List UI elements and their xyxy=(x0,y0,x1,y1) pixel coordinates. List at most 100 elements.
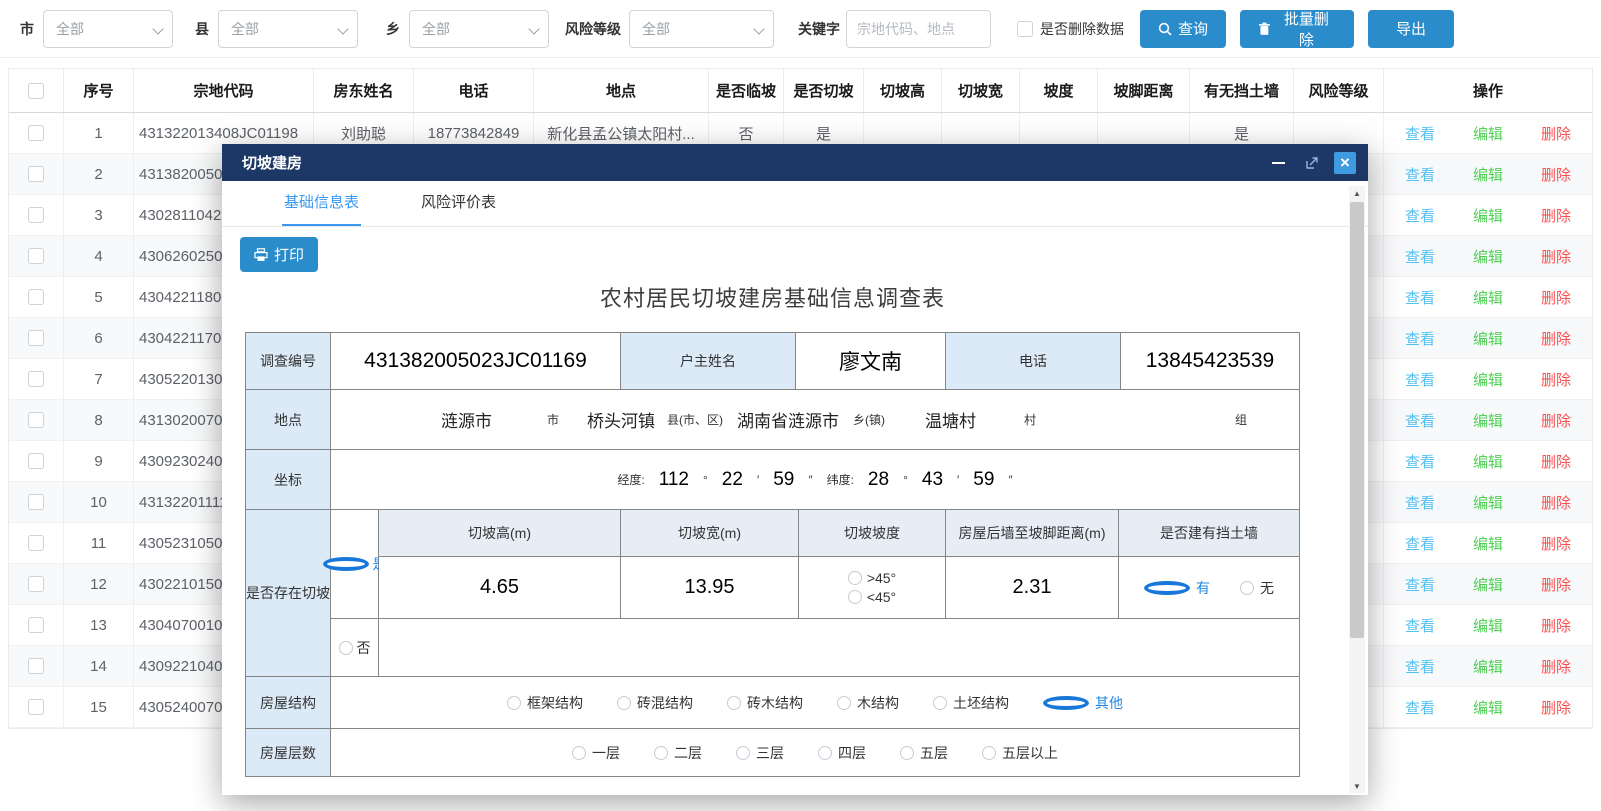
radio-button[interactable] xyxy=(1043,696,1089,710)
delete-link[interactable]: 删除 xyxy=(1541,328,1571,349)
delete-link[interactable]: 删除 xyxy=(1541,656,1571,677)
row-checkbox[interactable] xyxy=(28,412,44,428)
row-checkbox[interactable] xyxy=(28,330,44,346)
radio-button[interactable] xyxy=(507,696,521,710)
row-checkbox[interactable] xyxy=(28,166,44,182)
radio-button[interactable] xyxy=(982,746,996,760)
edit-link[interactable]: 编辑 xyxy=(1473,164,1503,185)
edit-link[interactable]: 编辑 xyxy=(1473,328,1503,349)
print-button[interactable]: 打印 xyxy=(240,237,318,272)
radio-button[interactable] xyxy=(848,571,862,585)
delete-link[interactable]: 删除 xyxy=(1541,615,1571,636)
slope-yes-radio[interactable] xyxy=(323,557,369,571)
delete-link[interactable]: 删除 xyxy=(1541,697,1571,718)
view-link[interactable]: 查看 xyxy=(1405,164,1435,185)
scroll-up-icon[interactable]: ▲ xyxy=(1349,186,1365,200)
view-link[interactable]: 查看 xyxy=(1405,246,1435,267)
row-checkbox[interactable] xyxy=(28,453,44,469)
edit-link[interactable]: 编辑 xyxy=(1473,123,1503,144)
close-button[interactable]: × xyxy=(1334,152,1356,174)
row-checkbox[interactable] xyxy=(28,248,44,264)
view-link[interactable]: 查看 xyxy=(1405,656,1435,677)
slope-no-radio[interactable] xyxy=(339,641,353,655)
radio-button[interactable] xyxy=(1240,581,1254,595)
edit-link[interactable]: 编辑 xyxy=(1473,451,1503,472)
edit-link[interactable]: 编辑 xyxy=(1473,410,1503,431)
delete-link[interactable]: 删除 xyxy=(1541,123,1571,144)
delete-link[interactable]: 删除 xyxy=(1541,451,1571,472)
delete-link[interactable]: 删除 xyxy=(1541,205,1571,226)
county-select[interactable]: 全部 xyxy=(218,10,358,48)
radio-button[interactable] xyxy=(736,746,750,760)
row-checkbox[interactable] xyxy=(28,371,44,387)
radio-button[interactable] xyxy=(1144,581,1190,595)
view-link[interactable]: 查看 xyxy=(1405,533,1435,554)
radio-button[interactable] xyxy=(837,696,851,710)
delete-link[interactable]: 删除 xyxy=(1541,533,1571,554)
dialog-scrollbar[interactable]: ▲ ▼ xyxy=(1349,186,1365,793)
township-select[interactable]: 全部 xyxy=(409,10,549,48)
edit-link[interactable]: 编辑 xyxy=(1473,697,1503,718)
row-checkbox[interactable] xyxy=(28,289,44,305)
batch-delete-button[interactable]: 批量删除 xyxy=(1240,10,1354,48)
view-link[interactable]: 查看 xyxy=(1405,697,1435,718)
row-checkbox[interactable] xyxy=(28,617,44,633)
view-link[interactable]: 查看 xyxy=(1405,492,1435,513)
row-checkbox[interactable] xyxy=(28,207,44,223)
export-button[interactable]: 导出 xyxy=(1368,10,1454,48)
radio-button[interactable] xyxy=(900,746,914,760)
view-link[interactable]: 查看 xyxy=(1405,410,1435,431)
row-checkbox[interactable] xyxy=(28,125,44,141)
edit-link[interactable]: 编辑 xyxy=(1473,492,1503,513)
delete-link[interactable]: 删除 xyxy=(1541,492,1571,513)
view-link[interactable]: 查看 xyxy=(1405,205,1435,226)
keyword-input[interactable] xyxy=(846,10,991,48)
view-link[interactable]: 查看 xyxy=(1405,369,1435,390)
show-deleted-checkbox[interactable] xyxy=(1017,21,1033,37)
city-select[interactable]: 全部 xyxy=(43,10,173,48)
row-checkbox[interactable] xyxy=(28,658,44,674)
view-link[interactable]: 查看 xyxy=(1405,574,1435,595)
view-link[interactable]: 查看 xyxy=(1405,328,1435,349)
minimize-button[interactable] xyxy=(1266,151,1290,175)
edit-link[interactable]: 编辑 xyxy=(1473,574,1503,595)
select-all-checkbox[interactable] xyxy=(28,83,44,99)
scroll-down-icon[interactable]: ▼ xyxy=(1349,779,1365,793)
radio-button[interactable] xyxy=(727,696,741,710)
radio-button[interactable] xyxy=(848,590,862,604)
radio-button[interactable] xyxy=(617,696,631,710)
edit-link[interactable]: 编辑 xyxy=(1473,205,1503,226)
row-checkbox[interactable] xyxy=(28,699,44,715)
view-link[interactable]: 查看 xyxy=(1405,123,1435,144)
row-checkbox-cell xyxy=(9,482,64,523)
delete-link[interactable]: 删除 xyxy=(1541,369,1571,390)
radio-button[interactable] xyxy=(933,696,947,710)
maximize-button[interactable] xyxy=(1300,151,1324,175)
delete-link[interactable]: 删除 xyxy=(1541,164,1571,185)
delete-link[interactable]: 删除 xyxy=(1541,574,1571,595)
edit-link[interactable]: 编辑 xyxy=(1473,656,1503,677)
row-checkbox[interactable] xyxy=(28,576,44,592)
row-checkbox[interactable] xyxy=(28,494,44,510)
delete-link[interactable]: 删除 xyxy=(1541,246,1571,267)
radio-button[interactable] xyxy=(572,746,586,760)
edit-link[interactable]: 编辑 xyxy=(1473,533,1503,554)
radio-button[interactable] xyxy=(654,746,668,760)
phone-label: 电话 xyxy=(946,333,1121,390)
radio-button[interactable] xyxy=(818,746,832,760)
edit-link[interactable]: 编辑 xyxy=(1473,615,1503,636)
view-link[interactable]: 查看 xyxy=(1405,615,1435,636)
row-checkbox[interactable] xyxy=(28,535,44,551)
edit-link[interactable]: 编辑 xyxy=(1473,369,1503,390)
view-link[interactable]: 查看 xyxy=(1405,451,1435,472)
query-button[interactable]: 查询 xyxy=(1140,10,1226,48)
delete-link[interactable]: 删除 xyxy=(1541,410,1571,431)
view-link[interactable]: 查看 xyxy=(1405,287,1435,308)
scrollbar-thumb[interactable] xyxy=(1350,202,1364,638)
tab-basic-info[interactable]: 基础信息表 xyxy=(282,191,361,226)
tab-risk-evaluation[interactable]: 风险评价表 xyxy=(419,191,498,226)
delete-link[interactable]: 删除 xyxy=(1541,287,1571,308)
edit-link[interactable]: 编辑 xyxy=(1473,287,1503,308)
risk-select[interactable]: 全部 xyxy=(629,10,774,48)
edit-link[interactable]: 编辑 xyxy=(1473,246,1503,267)
